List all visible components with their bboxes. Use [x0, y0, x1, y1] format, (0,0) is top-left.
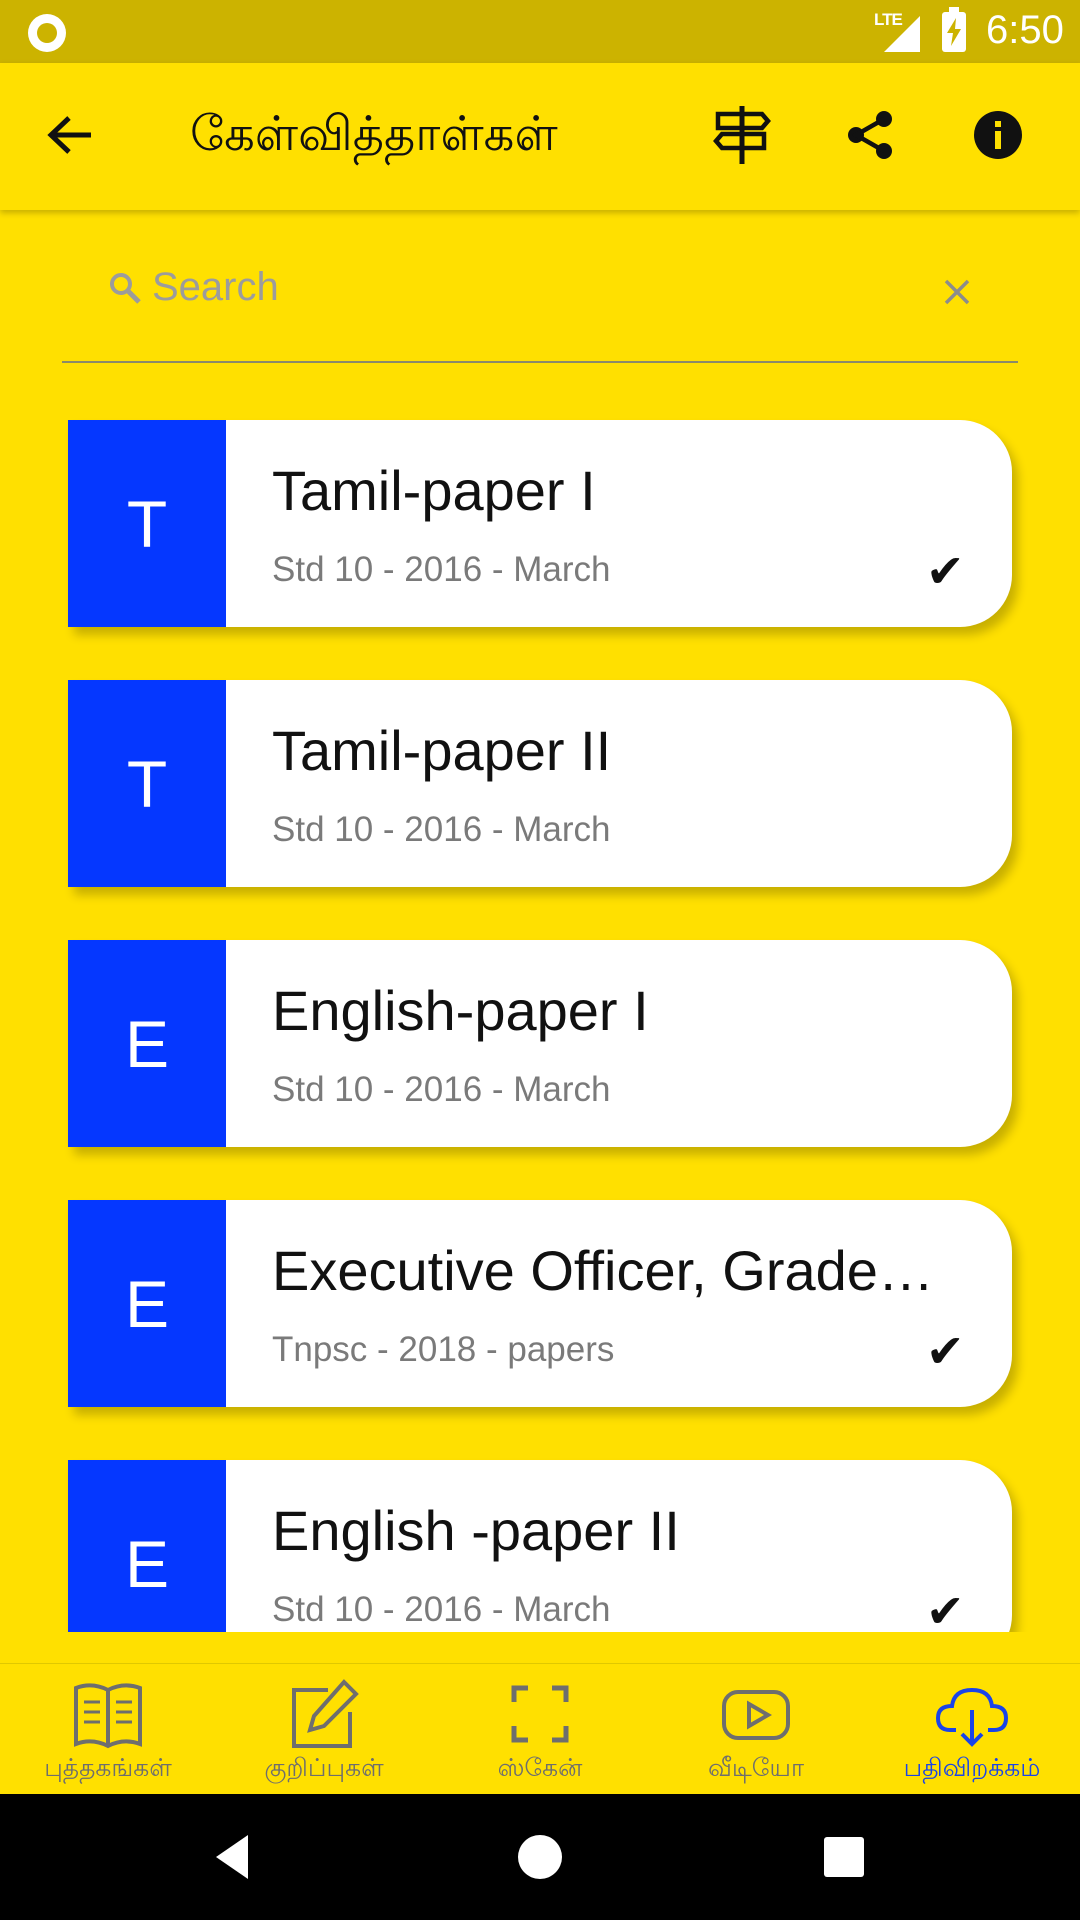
paper-avatar: E	[68, 940, 226, 1147]
clear-search-icon[interactable]	[932, 267, 982, 317]
system-nav-bar	[0, 1794, 1080, 1920]
search-bar	[62, 245, 1018, 363]
info-icon[interactable]	[962, 99, 1034, 171]
paper-card[interactable]: E Executive Officer, Grade… Tnpsc - 2018…	[68, 1200, 1012, 1407]
cloud-download-icon	[935, 1687, 1009, 1747]
paper-card[interactable]: E English -paper II Std 10 - 2016 - Marc…	[68, 1460, 1012, 1632]
paper-title: Tamil-paper II	[272, 719, 612, 782]
nav-downloads[interactable]: பதிவிறக்கம்	[864, 1664, 1080, 1795]
nav-label: பதிவிறக்கம்	[903, 1754, 1041, 1782]
downloaded-check-icon: ✔	[926, 545, 965, 597]
paper-avatar: T	[68, 680, 226, 887]
paper-subtitle: Std 10 - 2016 - March	[272, 810, 611, 849]
edit-note-icon	[292, 1679, 359, 1748]
back-arrow-icon[interactable]	[34, 99, 106, 171]
paper-avatar: E	[68, 1200, 226, 1407]
system-back-icon[interactable]	[206, 1827, 266, 1887]
paper-card[interactable]: T Tamil-paper I Std 10 - 2016 - March ✔	[68, 420, 1012, 627]
paper-title: Executive Officer, Grade…	[272, 1239, 934, 1302]
nav-notes[interactable]: குறிப்புகள்	[216, 1664, 432, 1795]
paper-subtitle: Tnpsc - 2018 - papers	[272, 1330, 615, 1369]
paper-list: T Tamil-paper I Std 10 - 2016 - March ✔ …	[0, 400, 1080, 1632]
downloaded-check-icon: ✔	[926, 1325, 965, 1377]
clock: 6:50	[986, 8, 1064, 52]
nav-label: ஸ்கேன்	[497, 1754, 583, 1782]
system-recents-icon[interactable]	[814, 1827, 874, 1887]
paper-subtitle: Std 10 - 2016 - March	[272, 550, 611, 589]
paper-avatar: T	[68, 420, 226, 627]
nav-scan[interactable]: ஸ்கேன்	[432, 1664, 648, 1795]
signal-icon	[884, 16, 920, 52]
status-bar: LTE 6:50	[0, 0, 1080, 63]
nav-books[interactable]: புத்தகங்கள்	[0, 1664, 216, 1795]
nav-label: குறிப்புகள்	[264, 1754, 384, 1782]
system-home-icon[interactable]	[510, 1827, 570, 1887]
nav-label: வீடியோ	[707, 1754, 805, 1782]
app-bar: கேள்வித்தாள்கள்	[0, 63, 1080, 210]
scan-icon	[511, 1685, 569, 1743]
signpost-icon[interactable]	[706, 99, 778, 171]
nav-label: புத்தகங்கள்	[44, 1754, 172, 1782]
video-play-icon	[722, 1690, 790, 1740]
book-icon	[74, 1683, 142, 1749]
paper-subtitle: Std 10 - 2016 - March	[272, 1070, 611, 1109]
paper-subtitle: Std 10 - 2016 - March	[272, 1590, 611, 1629]
paper-title: English-paper I	[272, 979, 649, 1042]
notification-icon	[28, 14, 66, 52]
downloaded-check-icon: ✔	[926, 1585, 965, 1632]
share-icon[interactable]	[834, 99, 906, 171]
paper-title: Tamil-paper I	[272, 459, 596, 522]
paper-card[interactable]: T Tamil-paper II Std 10 - 2016 - March	[68, 680, 1012, 887]
page-title: கேள்வித்தாள்கள்	[190, 108, 558, 161]
paper-avatar: E	[68, 1460, 226, 1632]
battery-charging-icon	[942, 7, 966, 52]
search-icon	[108, 271, 142, 310]
bottom-nav: புத்தகங்கள் குறிப்புகள் ஸ்கேன் வீடியோ பத…	[0, 1663, 1080, 1794]
paper-title: English -paper II	[272, 1499, 680, 1562]
paper-card[interactable]: E English-paper I Std 10 - 2016 - March	[68, 940, 1012, 1147]
search-input[interactable]	[152, 257, 872, 317]
nav-video[interactable]: வீடியோ	[648, 1664, 864, 1795]
